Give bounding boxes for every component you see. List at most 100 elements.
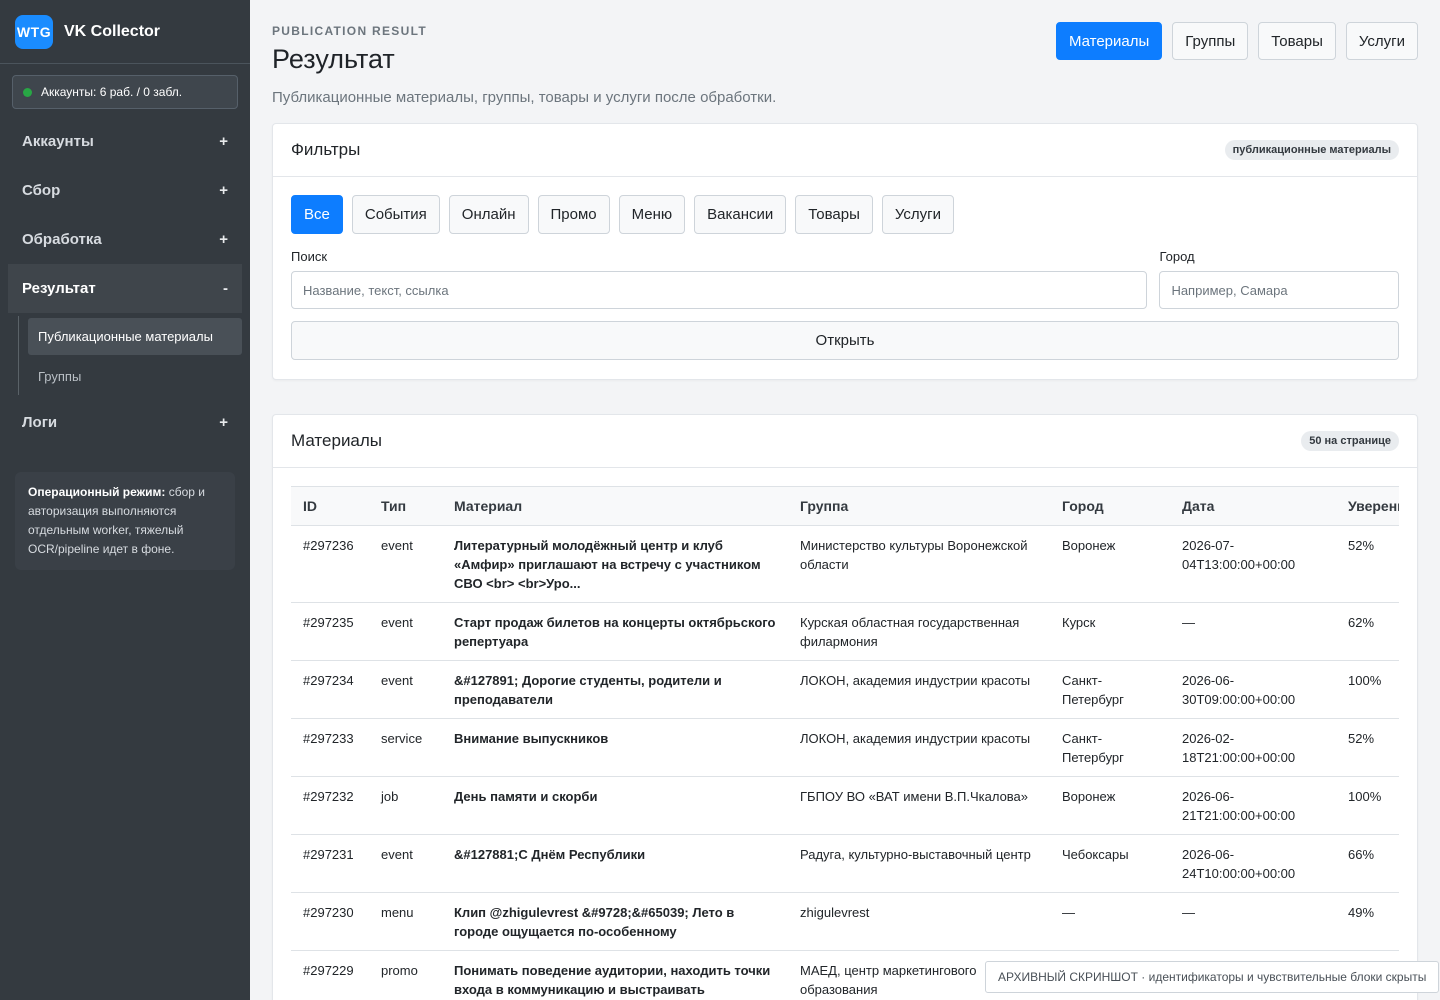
sidebar-item-result[interactable]: Результат - — [8, 264, 242, 313]
search-field: Поиск — [291, 249, 1148, 309]
cell-id: #297236 — [291, 525, 369, 603]
chip-events[interactable]: События — [351, 195, 440, 234]
materials-table: ID Тип Материал Группа Город Дата Уверен… — [291, 486, 1399, 1000]
filters-badge: публикационные материалы — [1224, 140, 1399, 160]
table-header-row: ID Тип Материал Группа Город Дата Уверен… — [291, 486, 1399, 526]
cell-type: event — [369, 660, 442, 719]
logo: WTG — [15, 14, 53, 49]
cell-city: Санкт-Петербург — [1050, 660, 1170, 719]
table-row[interactable]: #297232 job День памяти и скорби ГБПОУ В… — [291, 776, 1399, 835]
table-row[interactable]: #297234 event &#127891; Дорогие студенты… — [291, 660, 1399, 719]
cell-id: #297230 — [291, 892, 369, 951]
city-input[interactable] — [1159, 271, 1399, 309]
cell-material[interactable]: Понимать поведение аудитории, находить т… — [442, 950, 788, 1000]
cell-material[interactable]: День памяти и скорби — [442, 776, 788, 835]
cell-id: #297233 — [291, 718, 369, 777]
cell-type: promo — [369, 950, 442, 1000]
cell-group: Курская областная государственная филарм… — [788, 602, 1050, 661]
chip-products[interactable]: Товары — [795, 195, 873, 234]
chip-jobs[interactable]: Вакансии — [694, 195, 787, 234]
col-material[interactable]: Материал — [442, 487, 788, 526]
page-size-badge: 50 на странице — [1301, 431, 1399, 451]
table-row[interactable]: #297233 service Внимание выпускников ЛОК… — [291, 718, 1399, 777]
chip-services[interactable]: Услуги — [881, 195, 955, 234]
accounts-status[interactable]: Аккаунты: 6 раб. / 0 забл. — [12, 75, 238, 109]
col-confidence[interactable]: Уверенность — [1336, 487, 1399, 526]
cell-date: — — [1170, 602, 1336, 661]
cell-city: Воронеж — [1050, 776, 1170, 835]
sidebar-subitem-publications[interactable]: Публикационные материалы — [28, 318, 242, 355]
result-subnav: Публикационные материалы Группы — [18, 316, 250, 395]
table-row[interactable]: #297231 event &#127881;С Днём Республики… — [291, 834, 1399, 893]
filters-body: Все События Онлайн Промо Меню Вакансии Т… — [273, 177, 1417, 360]
brand[interactable]: WTG VK Collector — [0, 0, 250, 64]
search-input[interactable] — [291, 271, 1148, 309]
col-date[interactable]: Дата — [1170, 487, 1336, 526]
chip-promo[interactable]: Промо — [537, 195, 610, 234]
operational-note-title: Операционный режим: — [28, 485, 166, 499]
groups-button[interactable]: Группы — [1172, 22, 1249, 60]
open-button[interactable]: Открыть — [291, 321, 1399, 360]
accounts-status-text: Аккаунты: 6 раб. / 0 забл. — [41, 85, 183, 99]
cell-material[interactable]: Старт продаж билетов на концерты октябрь… — [442, 602, 788, 661]
cell-material[interactable]: Клип @zhigulevrest &#9728;&#65039; Лето … — [442, 892, 788, 951]
cell-date: — — [1170, 892, 1336, 951]
table-row[interactable]: #297235 event Старт продаж билетов на ко… — [291, 602, 1399, 661]
materials-table-wrap[interactable]: ID Тип Материал Группа Город Дата Уверен… — [291, 486, 1399, 1000]
expand-icon: + — [219, 231, 228, 248]
sidebar-item-label: Результат — [22, 280, 96, 297]
col-group[interactable]: Группа — [788, 487, 1050, 526]
archive-watermark: АРХИВНЫЙ СКРИНШОТ · идентификаторы и чув… — [985, 961, 1440, 993]
cell-material[interactable]: Литературный молодёжный центр и клуб «Ам… — [442, 525, 788, 603]
chip-all[interactable]: Все — [291, 195, 343, 234]
table-row[interactable]: #297236 event Литературный молодёжный це… — [291, 525, 1399, 603]
type-filter-chips: Все События Онлайн Промо Меню Вакансии Т… — [291, 195, 1399, 234]
chip-menu[interactable]: Меню — [618, 195, 686, 234]
sidebar-item-accounts[interactable]: Аккаунты + — [0, 117, 250, 166]
products-button[interactable]: Товары — [1258, 22, 1336, 60]
cell-material[interactable]: Внимание выпускников — [442, 718, 788, 777]
col-city[interactable]: Город — [1050, 487, 1170, 526]
cell-group: ЛОКОН, академия индустрии красоты — [788, 718, 1050, 777]
sidebar-item-logs[interactable]: Логи + — [0, 398, 250, 447]
cell-confidence: 49% — [1336, 892, 1399, 951]
filter-fields: Поиск Город — [291, 249, 1399, 309]
cell-date: 2026-07-04T13:00:00+00:00 — [1170, 525, 1336, 603]
cell-type: event — [369, 525, 442, 603]
table-row[interactable]: #297230 menu Клип @zhigulevrest &#9728;&… — [291, 892, 1399, 951]
sidebar-item-label: Обработка — [22, 231, 102, 248]
cell-id: #297229 — [291, 950, 369, 1000]
sidebar-subitem-groups[interactable]: Группы — [28, 358, 242, 395]
cell-type: menu — [369, 892, 442, 951]
sidebar: WTG VK Collector Аккаунты: 6 раб. / 0 за… — [0, 0, 250, 1000]
materials-header: Материалы 50 на странице — [273, 415, 1417, 468]
filters-card: Фильтры публикационные материалы Все Соб… — [272, 123, 1418, 380]
materials-button[interactable]: Материалы — [1055, 22, 1163, 60]
filters-header: Фильтры публикационные материалы — [273, 124, 1417, 177]
cell-city: Курск — [1050, 602, 1170, 661]
sidebar-item-label: Аккаунты — [22, 133, 94, 150]
page-header: PUBLICATION RESULT Результат Публикацион… — [272, 0, 1418, 106]
sidebar-item-label: Логи — [22, 414, 58, 431]
cell-confidence: 52% — [1336, 718, 1399, 777]
sidebar-item-processing[interactable]: Обработка + — [0, 215, 250, 264]
services-button[interactable]: Услуги — [1345, 22, 1418, 60]
view-switcher: Материалы Группы Товары Услуги — [1055, 22, 1418, 60]
cell-material[interactable]: &#127891; Дорогие студенты, родители и п… — [442, 660, 788, 719]
chip-online[interactable]: Онлайн — [448, 195, 529, 234]
cell-type: event — [369, 834, 442, 893]
cell-city: Чебоксары — [1050, 834, 1170, 893]
cell-material[interactable]: &#127881;С Днём Республики — [442, 834, 788, 893]
cell-date: 2026-02-18T21:00:00+00:00 — [1170, 718, 1336, 777]
cell-confidence: 100% — [1336, 660, 1399, 719]
cell-group: zhigulevrest — [788, 892, 1050, 951]
cell-confidence: 66% — [1336, 834, 1399, 893]
cell-city: Воронеж — [1050, 525, 1170, 603]
cell-group: Министерство культуры Воронежской област… — [788, 525, 1050, 603]
col-id[interactable]: ID — [291, 487, 369, 526]
cell-city: — — [1050, 892, 1170, 951]
cell-id: #297235 — [291, 602, 369, 661]
sidebar-item-collect[interactable]: Сбор + — [0, 166, 250, 215]
cell-id: #297232 — [291, 776, 369, 835]
col-type[interactable]: Тип — [369, 487, 442, 526]
